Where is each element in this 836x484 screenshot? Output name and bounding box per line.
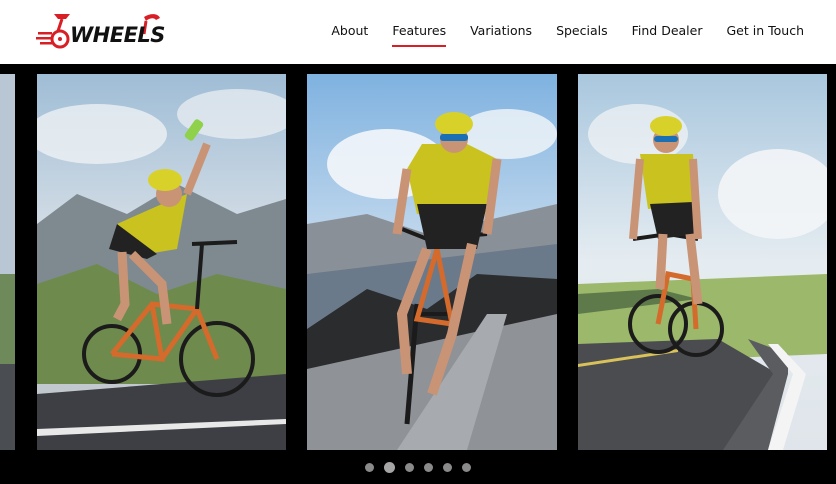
nav-about[interactable]: About: [319, 22, 380, 40]
cyclist-riding-road-photo: [578, 74, 827, 450]
carousel-slide-cyclist-drinking[interactable]: [37, 74, 286, 450]
carousel-pagination: [0, 462, 836, 473]
carousel-slide-partial[interactable]: [0, 74, 15, 450]
carousel-dot-6[interactable]: [462, 463, 471, 472]
nav-features[interactable]: Features: [380, 22, 458, 47]
carousel-dot-2[interactable]: [384, 462, 395, 473]
carousel-dot-4[interactable]: [424, 463, 433, 472]
carousel-dot-1[interactable]: [365, 463, 374, 472]
carousel-dot-5[interactable]: [443, 463, 452, 472]
main-nav: About Features Variations Specials Find …: [319, 22, 817, 47]
cyclist-drinking-photo: [37, 74, 286, 450]
carousel-dot-3[interactable]: [405, 463, 414, 472]
carousel-slide-cyclist-sprinting[interactable]: [307, 74, 557, 450]
brand-name: WHEELS: [70, 23, 165, 47]
nav-find-dealer[interactable]: Find Dealer: [620, 22, 715, 40]
brand-logo[interactable]: WHEELS: [36, 10, 166, 52]
cyclist-sprinting-photo: [307, 74, 557, 450]
nav-get-in-touch[interactable]: Get in Touch: [715, 22, 817, 40]
image-carousel[interactable]: [0, 64, 836, 484]
nav-specials[interactable]: Specials: [544, 22, 620, 40]
carousel-slide-cyclist-road[interactable]: [578, 74, 827, 450]
site-header: WHEELS About Features Variations Special…: [0, 0, 836, 64]
nav-variations[interactable]: Variations: [458, 22, 544, 40]
